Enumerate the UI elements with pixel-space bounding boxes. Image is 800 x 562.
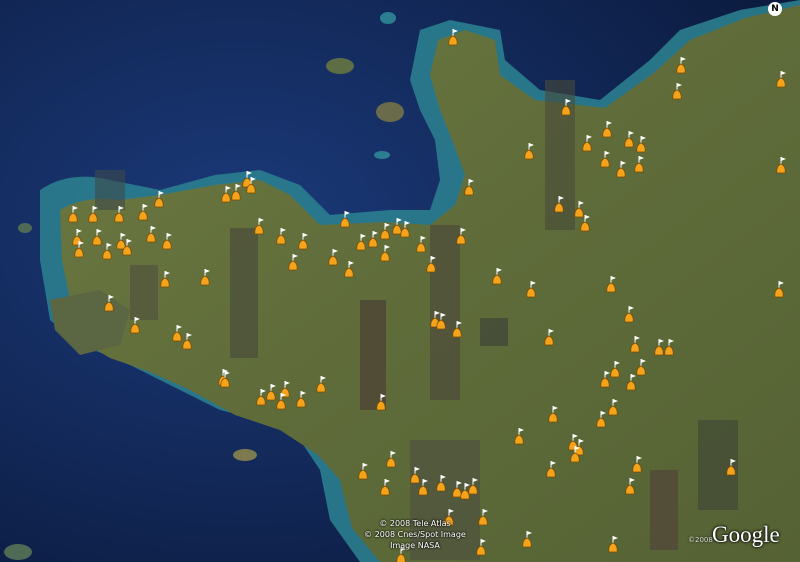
placemark-flag-icon[interactable]: [524, 280, 538, 298]
placemark-flag-icon[interactable]: [244, 176, 258, 194]
placemark-flag-icon[interactable]: [774, 70, 788, 88]
placemark-flag-icon[interactable]: [630, 455, 644, 473]
placemark-flag-icon[interactable]: [274, 227, 288, 245]
placemark-flag-icon[interactable]: [252, 217, 266, 235]
placemark-flag-icon[interactable]: [604, 275, 618, 293]
placemark-flag-icon[interactable]: [622, 305, 636, 323]
placemark-flag-icon[interactable]: [378, 244, 392, 262]
placemark-flag-icon[interactable]: [628, 335, 642, 353]
placemark-flag-icon[interactable]: [356, 462, 370, 480]
placemark-flag-icon[interactable]: [446, 28, 460, 46]
placemark-flag-icon[interactable]: [466, 477, 480, 495]
placemark-flag-icon[interactable]: [670, 82, 684, 100]
placemark-flag-icon[interactable]: [598, 150, 612, 168]
placemark-flag-icon[interactable]: [578, 214, 592, 232]
placemark-flag-icon[interactable]: [600, 120, 614, 138]
placemark-flag-icon[interactable]: [128, 316, 142, 334]
placemark-flag-icon[interactable]: [338, 210, 352, 228]
placemark-flag-icon[interactable]: [274, 392, 288, 410]
placemark-flag-icon[interactable]: [520, 530, 534, 548]
placemark-flag-icon[interactable]: [384, 450, 398, 468]
placemark-flag-icon[interactable]: [314, 375, 328, 393]
imagery-credits: © 2008 Tele Atlas © 2008 Cnes/Spot Image…: [350, 518, 480, 551]
placemark-flag-icon[interactable]: [434, 474, 448, 492]
placemark-flag-icon[interactable]: [774, 156, 788, 174]
placemark-flag-icon[interactable]: [296, 232, 310, 250]
placemark-flag-icon[interactable]: [86, 205, 100, 223]
placemark-flag-icon[interactable]: [100, 242, 114, 260]
placemark-flag-icon[interactable]: [342, 260, 356, 278]
placemark-flag-icon[interactable]: [568, 445, 582, 463]
compass-north-icon[interactable]: N: [768, 2, 782, 16]
placemark-flag-icon[interactable]: [398, 220, 412, 238]
placemark-flag-icon[interactable]: [580, 134, 594, 152]
placemark-flag-icon[interactable]: [120, 238, 134, 256]
placemark-flag-icon[interactable]: [414, 235, 428, 253]
placemark-flag-icon[interactable]: [434, 312, 448, 330]
placemark-flag-icon[interactable]: [294, 390, 308, 408]
credit-line: © 2008 Cnes/Spot Image: [364, 530, 466, 539]
placemark-flag-icon[interactable]: [559, 98, 573, 116]
placemark-flag-icon[interactable]: [144, 225, 158, 243]
placemark-flag-icon[interactable]: [378, 478, 392, 496]
placemark-flag-icon[interactable]: [490, 267, 504, 285]
placemark-flag-icon[interactable]: [632, 155, 646, 173]
placemark-flag-icon[interactable]: [180, 332, 194, 350]
placemark-flag-icon[interactable]: [674, 56, 688, 74]
placemark-flag-icon[interactable]: [546, 405, 560, 423]
placemark-flag-icon[interactable]: [623, 477, 637, 495]
placemark-flag-icon[interactable]: [614, 160, 628, 178]
placemark-flag-icon[interactable]: [542, 328, 556, 346]
placemark-flag-icon[interactable]: [772, 280, 786, 298]
placemark-flag-icon[interactable]: [594, 410, 608, 428]
credit-line: Image NASA: [390, 541, 440, 550]
placemark-flag-icon[interactable]: [66, 205, 80, 223]
placemark-flag-icon[interactable]: [552, 195, 566, 213]
placemark-flag-icon[interactable]: [512, 427, 526, 445]
placemark-flag-icon[interactable]: [544, 460, 558, 478]
placemark-flag-icon[interactable]: [112, 205, 126, 223]
placemark-flag-icon[interactable]: [416, 478, 430, 496]
logo-copyright: ©2008: [688, 536, 713, 544]
placemark-flag-icon[interactable]: [102, 294, 116, 312]
placemark-flag-icon[interactable]: [158, 270, 172, 288]
placemark-flag-icon[interactable]: [662, 338, 676, 356]
placemark-flag-icon[interactable]: [454, 227, 468, 245]
placemark-flag-icon[interactable]: [72, 240, 86, 258]
placemark-flag-icon[interactable]: [624, 373, 638, 391]
placemark-flag-icon[interactable]: [606, 535, 620, 553]
placemark-flag-icon[interactable]: [136, 203, 150, 221]
placemark-flag-icon[interactable]: [198, 268, 212, 286]
placemark-flag-icon[interactable]: [152, 190, 166, 208]
placemark-flag-icon[interactable]: [606, 398, 620, 416]
map-view[interactable]: N © 2008 Tele Atlas © 2008 Cnes/Spot Ima…: [0, 0, 800, 562]
placemark-flag-icon[interactable]: [634, 135, 648, 153]
placemark-flag-icon[interactable]: [462, 178, 476, 196]
placemark-flag-icon[interactable]: [286, 253, 300, 271]
placemark-flag-icon[interactable]: [160, 232, 174, 250]
placemark-flag-icon[interactable]: [598, 370, 612, 388]
placemark-flag-icon[interactable]: [218, 370, 232, 388]
credit-line: © 2008 Tele Atlas: [379, 519, 451, 528]
placemark-flag-icon[interactable]: [450, 320, 464, 338]
placemark-flag-icon[interactable]: [522, 142, 536, 160]
google-logo: Google: [712, 522, 780, 547]
placemark-flag-icon[interactable]: [326, 248, 340, 266]
placemark-flag-icon[interactable]: [424, 255, 438, 273]
placemark-flag-icon[interactable]: [374, 393, 388, 411]
placemark-flag-icon[interactable]: [724, 458, 738, 476]
